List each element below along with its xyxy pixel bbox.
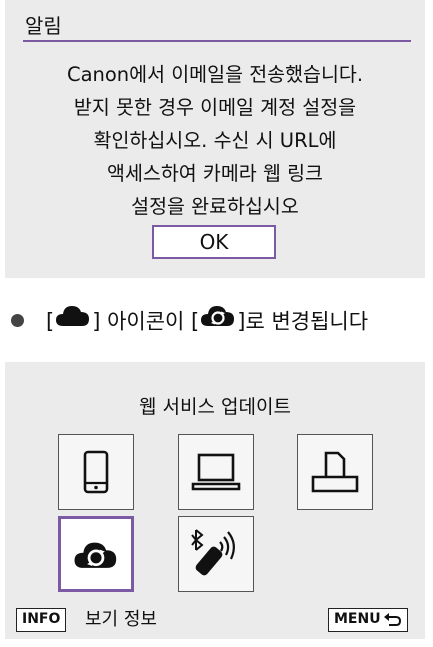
bullet-icon <box>11 314 24 327</box>
screen-title: 웹 서비스 업데이트 <box>139 396 291 418</box>
bluetooth-remote-option[interactable] <box>178 516 254 592</box>
cloud-icon <box>54 302 92 339</box>
note-bracket: [ <box>46 309 55 334</box>
note-bracket: [ <box>191 309 200 334</box>
dialog-message-line: 설정을 완료하십시오 <box>131 195 299 218</box>
bluetooth-remote-icon <box>191 529 235 576</box>
icon-change-note: [] 아이콘이 []로 변경됩니다 <box>8 302 430 338</box>
printer-icon <box>311 451 359 493</box>
menu-key[interactable]: MENU <box>328 608 408 632</box>
info-key[interactable]: INFO <box>16 608 67 632</box>
dialog-message-line: 확인하십시오. 수신 시 URL에 <box>93 129 337 152</box>
note-text: 로 변경됩니다 <box>245 309 369 334</box>
menu-key-label: MENU <box>334 611 381 627</box>
laptop-icon <box>191 453 241 491</box>
web-service-option[interactable] <box>58 516 134 592</box>
note-text: 아이콘이 <box>100 309 192 334</box>
web-service-screen: 웹 서비스 업데이트 INFO 보기 정보 MENU <box>5 362 425 639</box>
dialog-message: Canon에서 이메일을 전송했습니다. 받지 못한 경우 이메일 계정 설정을… <box>19 58 411 223</box>
dialog-title: 알림 <box>25 14 62 38</box>
notification-dialog: 알림 Canon에서 이메일을 전송했습니다. 받지 못한 경우 이메일 계정 … <box>5 0 425 278</box>
computer-option[interactable] <box>178 434 254 510</box>
dialog-message-line: 받지 못한 경우 이메일 계정 설정을 <box>73 96 357 119</box>
return-arrow-icon <box>383 613 401 626</box>
info-key-label: 보기 정보 <box>85 609 157 630</box>
printer-option[interactable] <box>297 434 373 510</box>
smartphone-option[interactable] <box>58 434 134 510</box>
cloud-sync-icon <box>74 542 117 568</box>
cloud-sync-icon <box>199 302 237 339</box>
smartphone-icon <box>83 450 109 494</box>
dialog-message-line: Canon에서 이메일을 전송했습니다. <box>66 63 364 86</box>
dialog-message-line: 액세스하여 카메라 웹 링크 <box>107 162 323 185</box>
dialog-divider <box>23 40 411 42</box>
ok-button[interactable]: OK <box>152 225 276 259</box>
